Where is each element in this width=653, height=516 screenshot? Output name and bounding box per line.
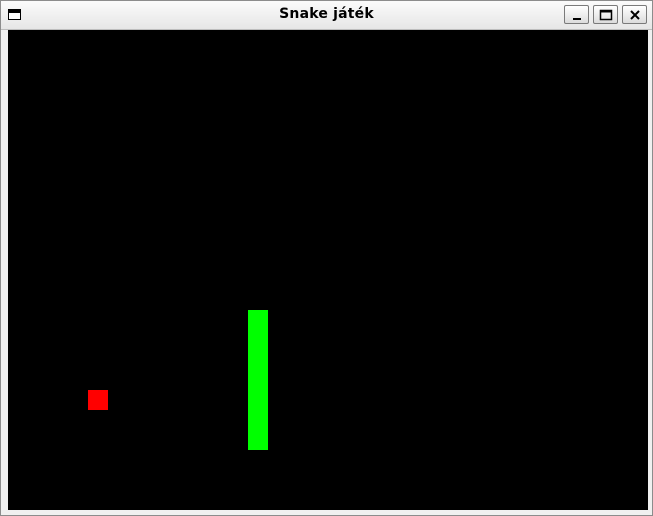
window-controls — [564, 5, 647, 24]
title-bar[interactable]: Snake játék — [1, 1, 652, 30]
minimize-button[interactable] — [564, 5, 589, 24]
minimize-icon — [573, 18, 581, 20]
maximize-icon — [599, 9, 613, 21]
snake-body — [248, 310, 268, 450]
close-icon — [630, 10, 640, 20]
window-title: Snake játék — [279, 6, 374, 22]
game-window: Snake játék — [0, 0, 653, 516]
close-button[interactable] — [622, 5, 647, 24]
maximize-button[interactable] — [593, 5, 618, 24]
game-canvas[interactable] — [8, 30, 648, 510]
food — [88, 390, 108, 410]
